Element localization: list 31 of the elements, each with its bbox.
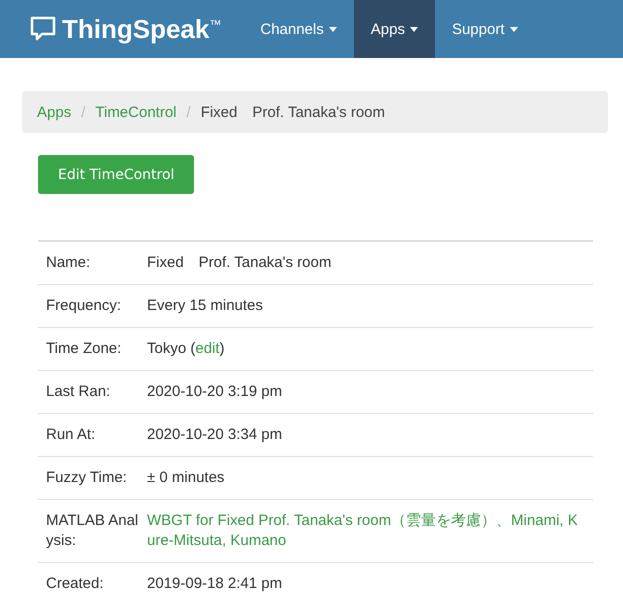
- detail-label: Name:: [46, 253, 92, 273]
- brand-name[interactable]: ThingSpeak$^{™}$: [62, 14, 222, 44]
- caret-icon: [410, 26, 418, 32]
- breadcrumb-separator: /: [186, 104, 191, 120]
- detail-label: Frequency:: [46, 296, 122, 316]
- detail-value: Every 15 minutes: [147, 296, 264, 316]
- detail-value: Tokyo (edit): [147, 339, 226, 359]
- analysis-link[interactable]: WBGT for Fixed Prof. Tanaka's room（雲量を考慮）、Minami, Kure-Mitsuta, Kumano: [147, 511, 585, 551]
- nav-menu-item[interactable]: Channels: [243, 0, 354, 58]
- speech-bubble-icon: [30, 16, 56, 42]
- detail-value: Fixed Prof. Tanaka's room: [147, 253, 332, 273]
- detail-value: 2019-09-18 2:41 pm: [147, 574, 284, 594]
- detail-value: 2020-10-20 3:19 pm: [147, 382, 284, 402]
- detail-label: Last Ran:: [46, 382, 112, 402]
- detail-value: ± 0 minutes: [147, 468, 226, 488]
- detail-label: MATLAB Analysis:: [46, 511, 140, 551]
- breadcrumb-current: Fixed Prof. Tanaka's room: [200, 102, 386, 122]
- edit-link[interactable]: edit: [195, 340, 220, 357]
- caret-icon: [510, 26, 518, 32]
- nav-menu-item[interactable]: Apps: [354, 0, 435, 58]
- caret-icon: [328, 26, 337, 32]
- breadcrumb-separator: /: [81, 104, 86, 120]
- nav-menu-item[interactable]: Support: [434, 0, 534, 58]
- detail-value: 2020-10-20 3:34 pm: [147, 425, 284, 445]
- detail-label: Run At:: [46, 425, 96, 445]
- detail-label: Time Zone:: [46, 339, 122, 359]
- breadcrumb-link[interactable]: TimeControl: [95, 104, 177, 120]
- edit-button[interactable]: Edit TimeControl: [38, 155, 194, 194]
- detail-label: Fuzzy Time:: [46, 468, 128, 488]
- breadcrumb-link[interactable]: Apps: [37, 104, 72, 120]
- detail-label: Created:: [46, 574, 105, 594]
